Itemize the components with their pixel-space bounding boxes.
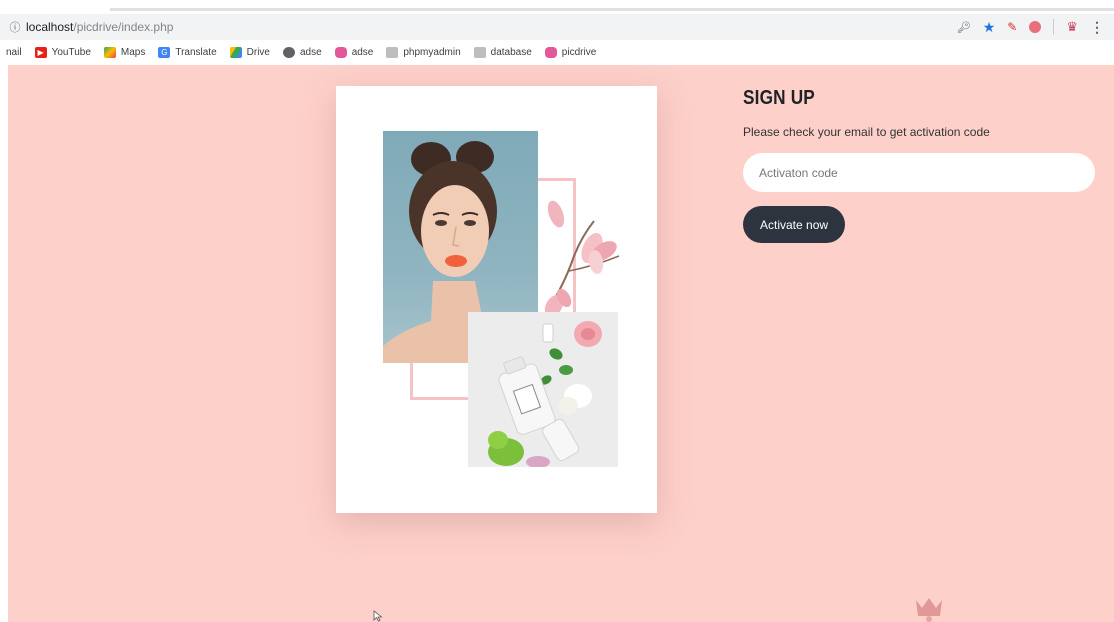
- magnolia-flower-image: [534, 196, 632, 321]
- menu-dots-icon[interactable]: ⋮: [1090, 19, 1104, 36]
- toolbar: 🔑︎ ★ ✎ ♛ ⋮: [957, 14, 1104, 40]
- extension-icon[interactable]: [1029, 21, 1042, 33]
- url-text[interactable]: localhost/picdrive/index.php: [26, 20, 173, 34]
- bookmark-adse-2[interactable]: adse: [334, 46, 374, 58]
- mouse-cursor-icon: [373, 610, 383, 622]
- url-path: /picdrive/index.php: [73, 20, 174, 34]
- url-host: localhost: [26, 20, 74, 34]
- color-picker-icon[interactable]: ✎: [1007, 20, 1017, 34]
- pink-app-icon: [544, 46, 557, 58]
- bookmark-label: database: [490, 46, 532, 58]
- bookmark-drive[interactable]: Drive: [229, 46, 270, 58]
- bookmark-label: picdrive: [561, 46, 597, 58]
- crown-watermark-icon: [916, 598, 942, 622]
- page-title: SIGN UP: [743, 87, 815, 109]
- pink-app-icon: [334, 46, 347, 58]
- key-icon[interactable]: 🔑︎: [957, 21, 971, 34]
- bookmark-youtube[interactable]: ▶ YouTube: [34, 46, 91, 58]
- folder-icon: [386, 46, 399, 58]
- bookmark-database[interactable]: database: [473, 46, 532, 58]
- translate-icon: G: [158, 46, 171, 58]
- drive-icon: [229, 46, 242, 58]
- address-bar[interactable]: ⓘ localhost/picdrive/index.php 🔑︎ ★ ✎ ♛ …: [0, 14, 1114, 40]
- activation-message: Please check your email to get activatio…: [743, 125, 990, 139]
- globe-icon: [283, 46, 295, 58]
- folder-icon: [473, 46, 486, 58]
- page-body: SIGN UP Please check your email to get a…: [8, 65, 1114, 622]
- bookmark-label: adse: [300, 46, 322, 58]
- bookmarks-bar: nail ▶ YouTube Maps G Translate Drive adse…: [0, 40, 1114, 64]
- bookmark-label: nail: [6, 46, 22, 58]
- activation-code-input[interactable]: [743, 153, 1095, 192]
- bookmark-gmail[interactable]: nail: [6, 47, 22, 58]
- bookmark-star-icon[interactable]: ★: [983, 19, 996, 36]
- bookmark-translate[interactable]: G Translate: [158, 46, 217, 58]
- signup-panel: SIGN UP Please check your email to get a…: [743, 87, 1103, 243]
- bookmark-label: Maps: [120, 46, 146, 58]
- bookmark-label: adse: [351, 46, 374, 58]
- hero-image-card: [336, 86, 657, 513]
- bookmark-label: YouTube: [51, 46, 91, 58]
- maps-icon: [103, 46, 116, 58]
- activate-now-button[interactable]: Activate now: [743, 206, 846, 243]
- info-icon[interactable]: ⓘ: [4, 19, 26, 35]
- toolbar-divider: [1053, 19, 1055, 35]
- tab-strip-line: [110, 8, 1114, 11]
- bookmark-label: phpmyadmin: [403, 46, 461, 58]
- bookmark-phpmyadmin[interactable]: phpmyadmin: [386, 46, 461, 58]
- profile-crown-icon[interactable]: ♛: [1066, 19, 1078, 35]
- bookmark-adse-1[interactable]: adse: [283, 46, 322, 58]
- bookmark-label: Translate: [175, 46, 217, 58]
- bookmark-label: Drive: [246, 46, 270, 58]
- skincare-product-image: [468, 312, 618, 467]
- bookmark-maps[interactable]: Maps: [103, 46, 146, 58]
- youtube-icon: ▶: [34, 46, 47, 58]
- bookmark-picdrive[interactable]: picdrive: [544, 46, 597, 58]
